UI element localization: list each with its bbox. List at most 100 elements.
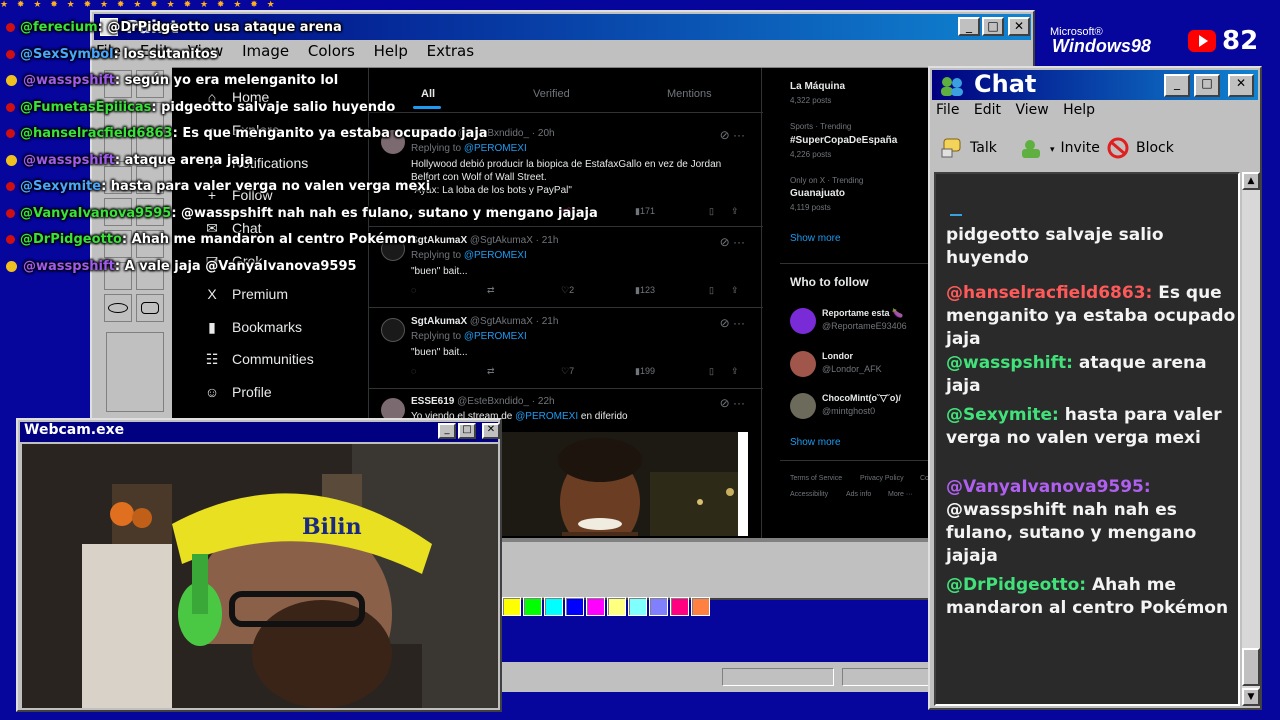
follow-name[interactable]: ChocoMint(o˘▽˘o)/: [822, 393, 901, 404]
nav-profile[interactable]: ☺ Profile: [202, 381, 272, 403]
badge-icon: [6, 260, 17, 272]
palette-swatch[interactable]: [586, 597, 605, 616]
footer-link[interactable]: Terms of Service: [790, 475, 842, 482]
palette-swatch[interactable]: [544, 597, 563, 616]
palette-swatch[interactable]: [502, 597, 521, 616]
like-icon[interactable]: ♡ 2: [561, 285, 574, 296]
views-icon[interactable]: ▮ 199: [635, 366, 655, 377]
talk-button[interactable]: Talk: [940, 136, 997, 160]
scroll-up-button[interactable]: ▲: [1242, 172, 1260, 190]
share-icon[interactable]: ⇪: [731, 366, 739, 377]
palette-swatch[interactable]: [565, 597, 584, 616]
menu-view[interactable]: View: [1015, 102, 1048, 118]
nav-premium[interactable]: X Premium: [202, 283, 288, 305]
follow-name[interactable]: Reportame esta 🍆: [822, 308, 903, 319]
maximize-button[interactable]: □: [1194, 74, 1220, 97]
reply-icon[interactable]: ◌: [411, 285, 416, 295]
palette-swatch[interactable]: [523, 597, 542, 616]
reply-mention[interactable]: @PEROMEXI: [464, 250, 527, 261]
tweet[interactable]: SgtAkumaX @SgtAkumaX · 21h ⊘ ··· Replyin…: [377, 316, 757, 386]
views-icon[interactable]: ▮ 171: [635, 206, 655, 217]
share-icon[interactable]: ⇪: [731, 285, 739, 296]
ellipse-tool[interactable]: [104, 294, 132, 322]
reply-mention[interactable]: @PEROMEXI: [464, 331, 527, 342]
share-icon[interactable]: ⇪: [731, 206, 739, 217]
close-button[interactable]: ✕: [1228, 74, 1254, 97]
emoji-strip: ★ ✸ ★ ✸ ★ ✸ ★ ✸ ★ ✸ ★ ✸ ★ ✸ ★ ✸ ★ ✸: [0, 0, 280, 10]
follow-name[interactable]: Londor: [822, 351, 853, 361]
palette-swatch[interactable]: [628, 597, 647, 616]
like-count: 2: [569, 285, 575, 295]
tweet-actions: ◌ ⇄ ♡ 2 ▮ 123 ▯ ⇪: [411, 285, 751, 299]
tweet[interactable]: SgtAkumaX @SgtAkumaX · 21h ⊘ ··· Replyin…: [377, 235, 757, 305]
bookmark-icon[interactable]: ▯: [709, 285, 714, 296]
menu-colors[interactable]: Colors: [308, 42, 355, 60]
rounded-rect-tool[interactable]: [136, 294, 164, 322]
tab-all[interactable]: All: [421, 88, 435, 100]
menu-help[interactable]: Help: [1063, 102, 1095, 118]
divider: [369, 112, 763, 113]
menu-edit[interactable]: Edit: [974, 102, 1001, 118]
more-icon[interactable]: ⊘ ···: [720, 316, 745, 330]
like-icon[interactable]: ♡ 7: [561, 366, 574, 377]
tweet-text: "buen" bait...: [411, 347, 468, 358]
scroll-down-button[interactable]: ▼: [1242, 688, 1260, 706]
tab-mentions[interactable]: Mentions: [667, 88, 712, 100]
close-button[interactable]: ✕: [1008, 17, 1030, 36]
tweet-mention[interactable]: @PEROMEXI: [515, 411, 578, 422]
chat-message: @hanselracfield6863: Es que menganito ya…: [946, 282, 1236, 351]
minimize-button[interactable]: _: [438, 423, 456, 439]
maximize-button[interactable]: □: [982, 17, 1004, 36]
overlay-chat-text: : pidgeotto salvaje salio huyendo: [151, 99, 396, 115]
show-more-link[interactable]: Show more: [790, 233, 841, 244]
footer-link[interactable]: Accessibility: [790, 491, 828, 498]
reply-icon[interactable]: ◌: [411, 366, 416, 376]
retweet-icon[interactable]: ⇄: [487, 285, 495, 296]
footer-link[interactable]: Ads info: [846, 491, 871, 498]
palette-swatch[interactable]: [649, 597, 668, 616]
palette-swatch[interactable]: [607, 597, 626, 616]
chat-username[interactable]: @DrPidgeotto:: [946, 575, 1086, 595]
chat-username[interactable]: @VanyaIvanova9595:: [946, 477, 1151, 497]
who-to-follow-heading: Who to follow: [790, 275, 869, 289]
chat-title: Chat: [974, 70, 1037, 98]
more-icon[interactable]: ⊘ ···: [720, 128, 745, 142]
more-icon[interactable]: ⊘ ···: [720, 396, 745, 410]
palette-swatch[interactable]: [670, 597, 689, 616]
views-icon[interactable]: ▮ 123: [635, 285, 655, 296]
chat-scrollbar[interactable]: ▲ ▼: [1242, 172, 1260, 706]
tweet-text-suffix: en diferido: [580, 411, 628, 422]
tab-verified[interactable]: Verified: [533, 88, 570, 100]
bookmark-icon[interactable]: ▯: [709, 366, 714, 377]
view-count: 199: [639, 366, 655, 376]
close-button[interactable]: ✕: [482, 423, 500, 439]
chat-username[interactable]: @wasspshift:: [946, 353, 1073, 373]
invite-button[interactable]: ▾ Invite: [1020, 136, 1100, 160]
footer-link[interactable]: Privacy Policy: [860, 475, 904, 482]
minimize-button[interactable]: _: [958, 17, 980, 36]
retweet-icon[interactable]: ⇄: [487, 366, 495, 377]
palette-swatch[interactable]: [691, 597, 710, 616]
trend-name[interactable]: Guanajuato: [790, 188, 845, 199]
cap-text: Bilin: [302, 514, 362, 540]
nav-bookmarks[interactable]: ▮ Bookmarks: [202, 316, 302, 338]
menu-extras[interactable]: Extras: [427, 42, 474, 60]
tweet-image[interactable]: [500, 432, 748, 536]
chat-username[interactable]: @hanselracfield6863:: [946, 283, 1152, 303]
footer-link[interactable]: More ···: [888, 491, 913, 498]
menu-image[interactable]: Image: [242, 42, 289, 60]
minimize-button[interactable]: _: [1164, 74, 1190, 97]
scroll-thumb[interactable]: [1242, 648, 1260, 686]
bookmark-icon[interactable]: ▯: [709, 206, 714, 217]
show-more-link[interactable]: Show more: [790, 437, 841, 448]
active-tab-indicator: [413, 106, 441, 109]
trend-name[interactable]: La Máquina: [790, 81, 845, 92]
maximize-button[interactable]: □: [458, 423, 476, 439]
menu-help[interactable]: Help: [374, 42, 408, 60]
trend-name[interactable]: #SuperCopaDeEspaña: [790, 135, 897, 146]
more-icon[interactable]: ⊘ ···: [720, 235, 745, 249]
block-button[interactable]: Block: [1106, 136, 1174, 160]
chat-username[interactable]: @Sexymite:: [946, 405, 1059, 425]
menu-file[interactable]: File: [936, 102, 959, 118]
nav-communities[interactable]: ☷ Communities: [202, 348, 314, 370]
